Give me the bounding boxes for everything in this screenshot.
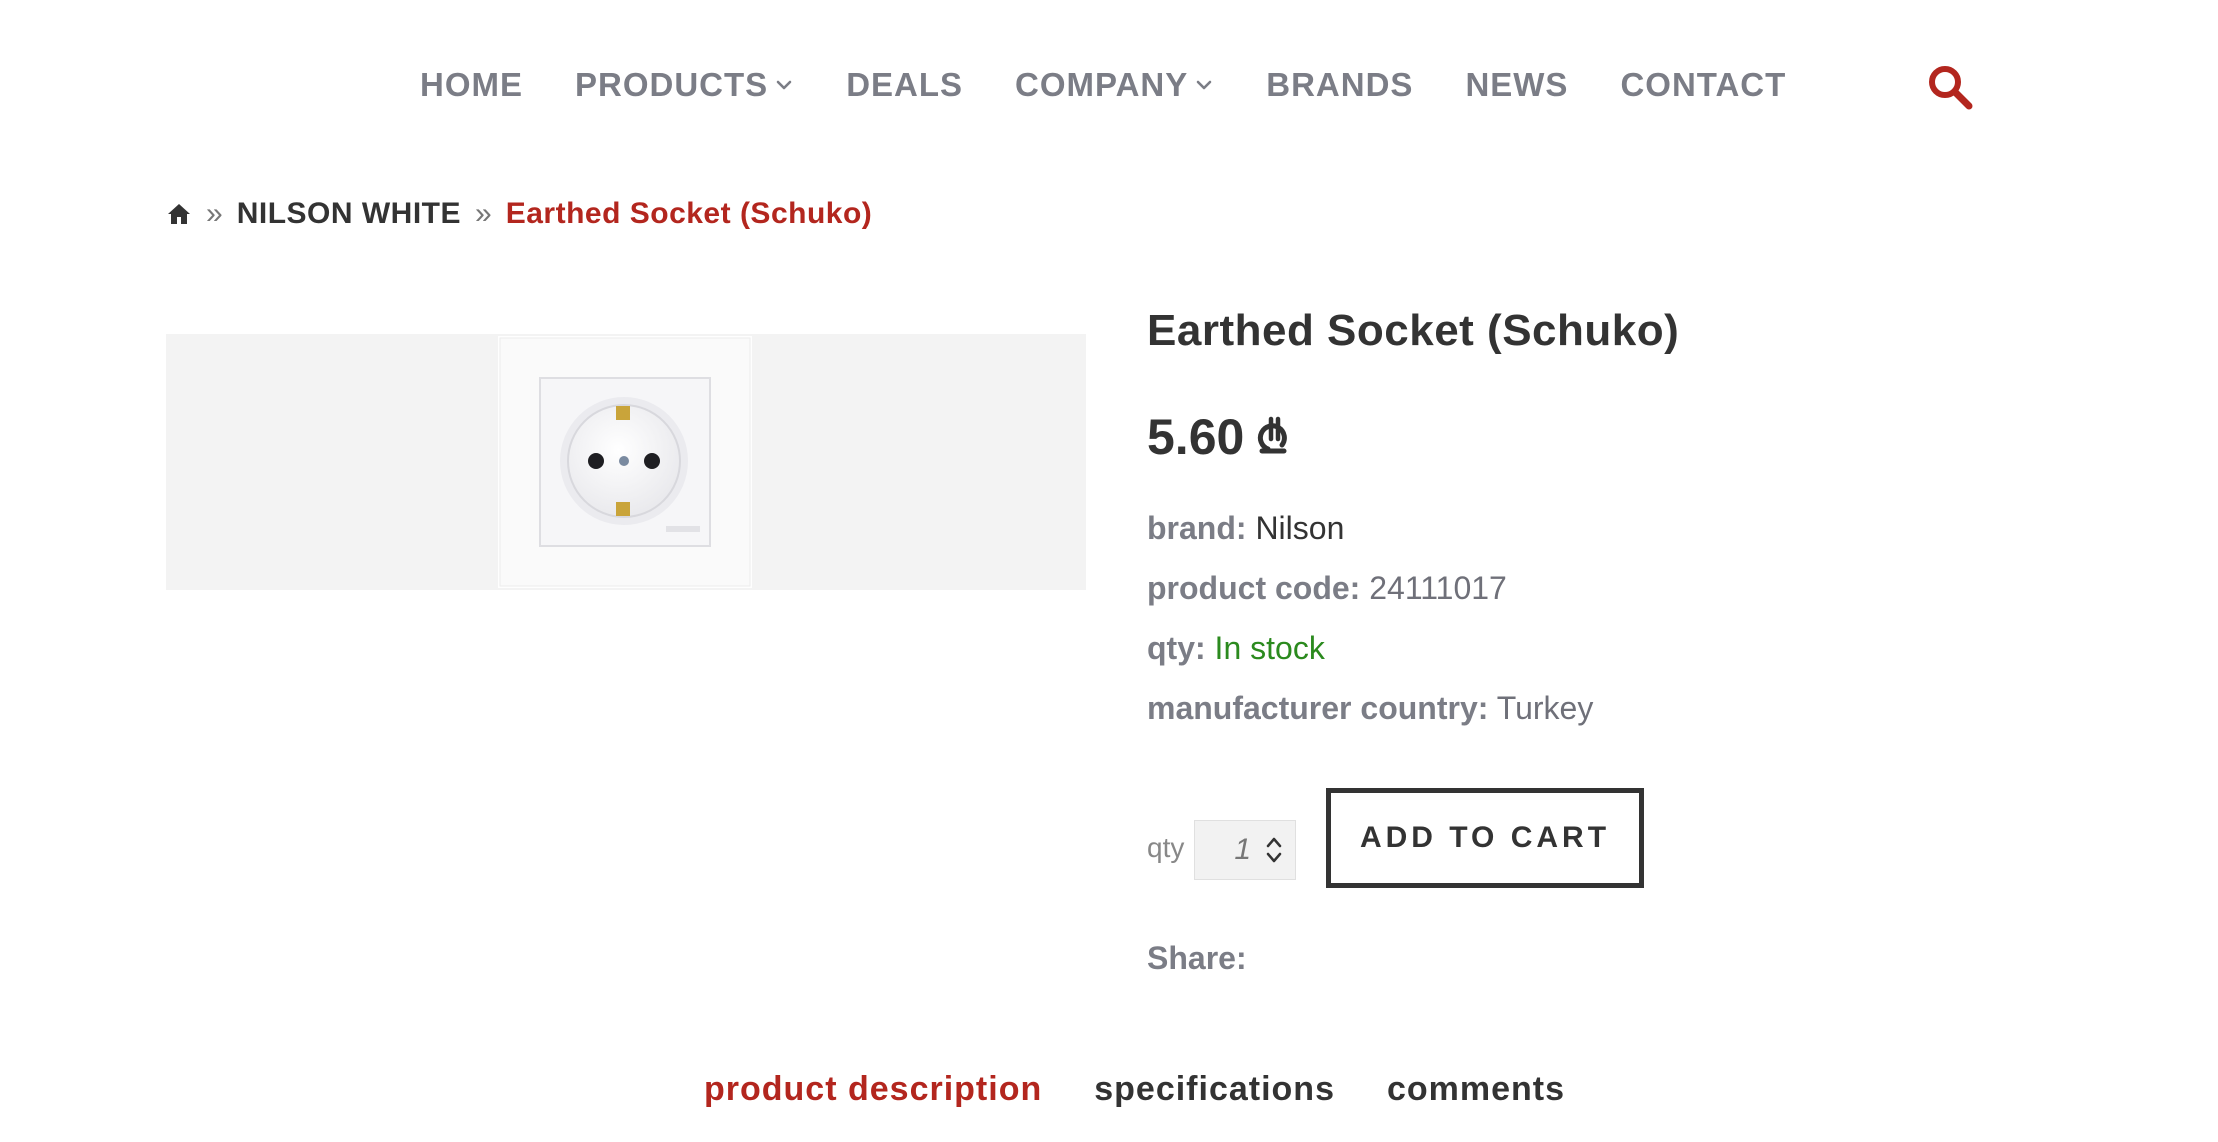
nav-item-home[interactable]: HOME xyxy=(420,66,523,104)
tab-specifications[interactable]: specifications xyxy=(1094,1070,1335,1109)
nav-item-label: CONTACT xyxy=(1620,66,1787,103)
nav-item-products[interactable]: PRODUCTS xyxy=(575,66,794,104)
attribute-product-code: product code: 24111017 xyxy=(1147,570,1507,607)
breadcrumb-current: Earthed Socket (Schuko) xyxy=(505,197,873,230)
nav-list: HOME PRODUCTS DEALS COMPANY BRANDS NEWS … xyxy=(420,58,1786,112)
stock-status: In stock xyxy=(1214,630,1325,666)
quantity-spinner xyxy=(1257,821,1291,879)
product-tabs: product description specifications comme… xyxy=(704,1066,1565,1112)
socket-image xyxy=(499,337,751,587)
product-price: 5.60 xyxy=(1147,408,1292,466)
nav-item-company[interactable]: COMPANY xyxy=(1015,66,1214,104)
nav-item-label: HOME xyxy=(420,66,523,103)
attribute-manufacturer-country: manufacturer country: Turkey xyxy=(1147,690,1593,727)
nav-item-label: NEWS xyxy=(1465,66,1569,103)
product-title: Earthed Socket (Schuko) xyxy=(1147,306,1680,355)
nav-item-label: BRANDS xyxy=(1266,66,1414,103)
breadcrumb-separator: » xyxy=(206,197,223,230)
attribute-value: 24111017 xyxy=(1369,570,1507,606)
increment-arrow-icon[interactable] xyxy=(1266,836,1282,848)
attribute-value: Turkey xyxy=(1496,690,1594,726)
add-to-cart-button[interactable]: ADD TO CART xyxy=(1326,788,1644,888)
attribute-label: qty: xyxy=(1147,630,1206,666)
quantity-stepper xyxy=(1194,820,1296,880)
nav-item-deals[interactable]: DEALS xyxy=(846,66,963,104)
tab-comments[interactable]: comments xyxy=(1387,1070,1565,1109)
quantity-input[interactable] xyxy=(1195,821,1257,879)
lari-currency-icon xyxy=(1258,416,1288,454)
product-image[interactable] xyxy=(498,336,752,588)
attribute-brand: brand: Nilson xyxy=(1147,510,1344,547)
search-icon[interactable] xyxy=(1925,62,1975,112)
nav-item-label: PRODUCTS xyxy=(575,66,769,103)
attribute-value[interactable]: Nilson xyxy=(1255,510,1344,546)
attribute-qty: qty: In stock xyxy=(1147,630,1325,667)
nav-item-brands[interactable]: BRANDS xyxy=(1266,66,1413,104)
main-navigation: HOME PRODUCTS DEALS COMPANY BRANDS NEWS … xyxy=(0,58,2218,112)
nav-item-label: DEALS xyxy=(846,66,964,103)
breadcrumb-separator: » xyxy=(475,197,492,230)
chevron-down-icon xyxy=(776,80,792,90)
nav-item-news[interactable]: NEWS xyxy=(1465,66,1568,104)
tab-product-description[interactable]: product description xyxy=(704,1070,1042,1109)
product-image-gallery xyxy=(166,334,1086,590)
share-label: Share: xyxy=(1147,940,1247,976)
home-icon[interactable] xyxy=(166,201,192,227)
attribute-label: manufacturer country: xyxy=(1147,690,1489,726)
decrement-arrow-icon[interactable] xyxy=(1266,852,1282,864)
nav-item-contact[interactable]: CONTACT xyxy=(1620,66,1786,104)
nav-item-label: COMPANY xyxy=(1015,66,1189,103)
attribute-label: product code: xyxy=(1147,570,1361,606)
breadcrumb: » NILSON WHITE » Earthed Socket (Schuko) xyxy=(166,192,872,236)
price-value: 5.60 xyxy=(1147,409,1245,465)
breadcrumb-category-link[interactable]: NILSON WHITE xyxy=(237,197,461,231)
attribute-label: brand: xyxy=(1147,510,1247,546)
quantity-label: qty xyxy=(1147,832,1185,863)
chevron-down-icon xyxy=(1196,80,1212,90)
